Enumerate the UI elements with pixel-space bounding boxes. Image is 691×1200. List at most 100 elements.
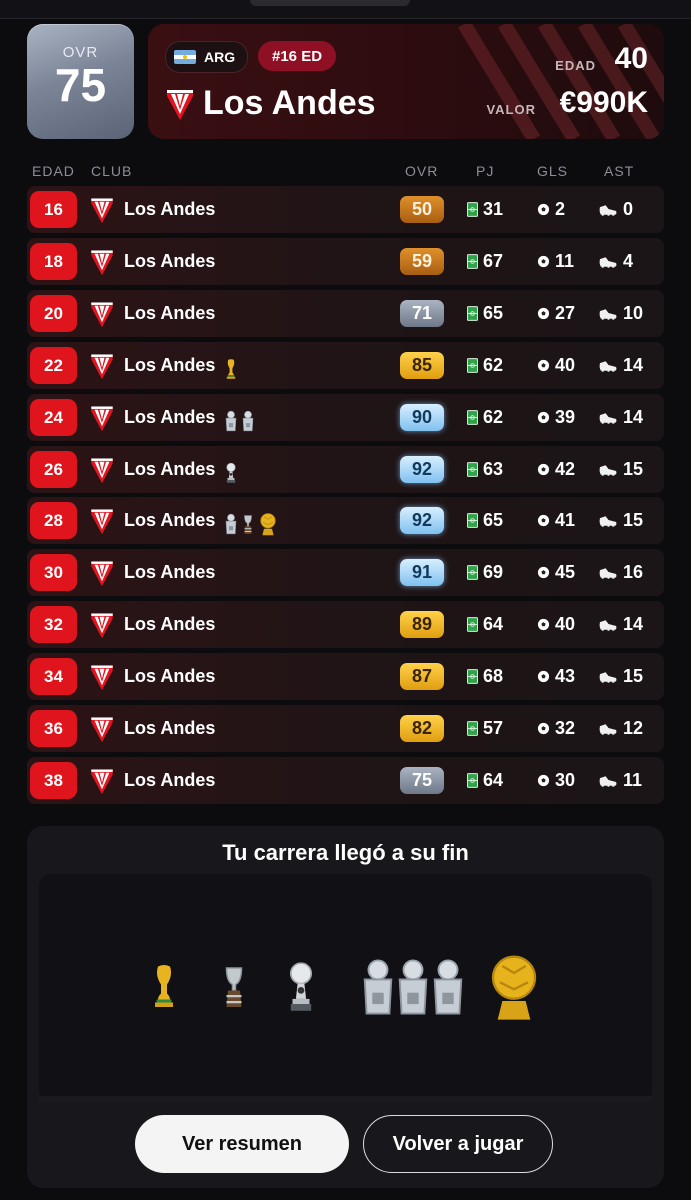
copa-america-trophy-icon [225, 967, 243, 1007]
pitch-icon [467, 669, 478, 684]
trophy-cabinet [39, 874, 652, 1102]
boot-icon [599, 256, 617, 268]
stat-ast: 11 [599, 770, 642, 791]
age-badge: 28 [30, 502, 77, 539]
ovr-badge: 71 [400, 300, 444, 327]
top-notch [250, 0, 410, 6]
age-badge: 20 [30, 295, 77, 332]
stat-pj: 68 [467, 666, 503, 687]
nationality-code: ARG [204, 49, 236, 65]
table-row: 24 Los Andes 90 62 39 14 [27, 394, 664, 441]
career-end-title: Tu carrera llegó a su fin [222, 840, 469, 865]
copa-america-trophy-icon [244, 515, 252, 534]
stat-pj: 65 [467, 510, 503, 531]
boot-icon [599, 619, 617, 631]
pitch-icon [467, 410, 478, 425]
ovr-badge: 89 [400, 611, 444, 638]
ovr-badge: 75 [400, 767, 444, 794]
top-bar [0, 0, 691, 19]
club-name: Los Andes [124, 407, 216, 427]
col-header-age: EDAD [32, 163, 75, 179]
league-trophy-icon [433, 959, 463, 1015]
play-again-button[interactable]: Volver a jugar [363, 1115, 553, 1173]
age-badge: 16 [30, 191, 77, 228]
world-cup-trophy-icon [155, 965, 173, 1007]
soccer-ball-icon [537, 722, 550, 735]
club-shield-icon [91, 302, 113, 328]
soccer-ball-icon [537, 255, 550, 268]
soccer-ball-icon [537, 618, 550, 631]
age-badge: 36 [30, 710, 77, 747]
age-badge: 24 [30, 399, 77, 436]
pitch-icon [467, 617, 478, 632]
cabinet-shelf [39, 1096, 652, 1102]
pitch-icon [467, 773, 478, 788]
table-row: 34 Los Andes 87 68 43 15 [27, 653, 664, 700]
stat-pj: 31 [467, 199, 503, 220]
row-trophies [224, 403, 255, 433]
cabinet-world-cup-trophy [155, 965, 173, 1007]
cabinet-league-trophy [398, 959, 428, 1015]
stat-ast-value: 14 [623, 614, 644, 634]
soccer-ball-icon [537, 670, 550, 683]
pitch-icon [467, 513, 478, 528]
league-trophy-icon [225, 410, 237, 432]
stat-gls-value: 45 [555, 562, 576, 582]
boot-icon [599, 308, 617, 320]
stat-ast-value: 10 [623, 303, 644, 323]
club-name: Los Andes [124, 251, 216, 271]
stat-gls-value: 43 [555, 666, 576, 686]
club-name-large: Los Andes [203, 84, 376, 122]
stat-ast: 15 [599, 666, 643, 687]
age-badge: 30 [30, 554, 77, 591]
stat-pj-value: 63 [483, 459, 504, 479]
stat-gls: 27 [537, 303, 575, 324]
ballon-dor-trophy-icon [260, 513, 276, 536]
club-shield-icon [91, 458, 113, 484]
stat-ast-value: 0 [623, 199, 634, 219]
stat-gls-value: 27 [555, 303, 576, 323]
stat-pj-value: 62 [483, 407, 504, 427]
boot-icon [599, 723, 617, 735]
stat-gls-value: 2 [555, 199, 566, 219]
boot-icon [599, 464, 617, 476]
club-name: Los Andes [124, 666, 216, 686]
club-shield-icon [91, 198, 113, 224]
stat-gls-value: 39 [555, 407, 576, 427]
stat-ast-value: 11 [623, 770, 643, 790]
player-card: ARG #16 ED Los Andes EDAD 40 VALOR €990K [148, 24, 664, 139]
stat-ast-value: 15 [623, 666, 644, 686]
club-name: Los Andes [124, 614, 216, 634]
stat-pj: 69 [467, 562, 503, 583]
stat-gls: 41 [537, 510, 575, 531]
boot-icon [599, 567, 617, 579]
col-header-ovr: OVR [405, 163, 439, 179]
cabinet-league-trophy [363, 959, 393, 1015]
stat-gls: 45 [537, 562, 575, 583]
stat-gls: 43 [537, 666, 575, 687]
table-row: 36 Los Andes 82 57 32 12 [27, 705, 664, 752]
stat-gls: 2 [537, 199, 565, 220]
table-row: 28 Los Andes 92 65 41 15 [27, 497, 664, 544]
stat-pj-value: 64 [483, 770, 504, 790]
club-name: Los Andes [124, 718, 216, 738]
ovr-badge: 82 [400, 715, 444, 742]
stat-ast-value: 14 [623, 355, 644, 375]
club-shield-icon [91, 717, 113, 743]
pitch-icon [467, 721, 478, 736]
stat-pj: 63 [467, 459, 503, 480]
stat-ast: 16 [599, 562, 643, 583]
stat-gls: 42 [537, 459, 575, 480]
pitch-icon [467, 254, 478, 269]
row-trophies [224, 506, 278, 536]
soccer-ball-icon [537, 566, 550, 579]
stat-pj-value: 57 [483, 718, 504, 738]
age-label: EDAD [555, 58, 596, 73]
stat-ast: 12 [599, 718, 643, 739]
stat-pj: 64 [467, 614, 503, 635]
boot-icon [599, 671, 617, 683]
soccer-ball-icon [537, 203, 550, 216]
value-label: VALOR [486, 102, 536, 117]
age-value: 40 [614, 42, 648, 75]
view-summary-button[interactable]: Ver resumen [135, 1115, 349, 1173]
